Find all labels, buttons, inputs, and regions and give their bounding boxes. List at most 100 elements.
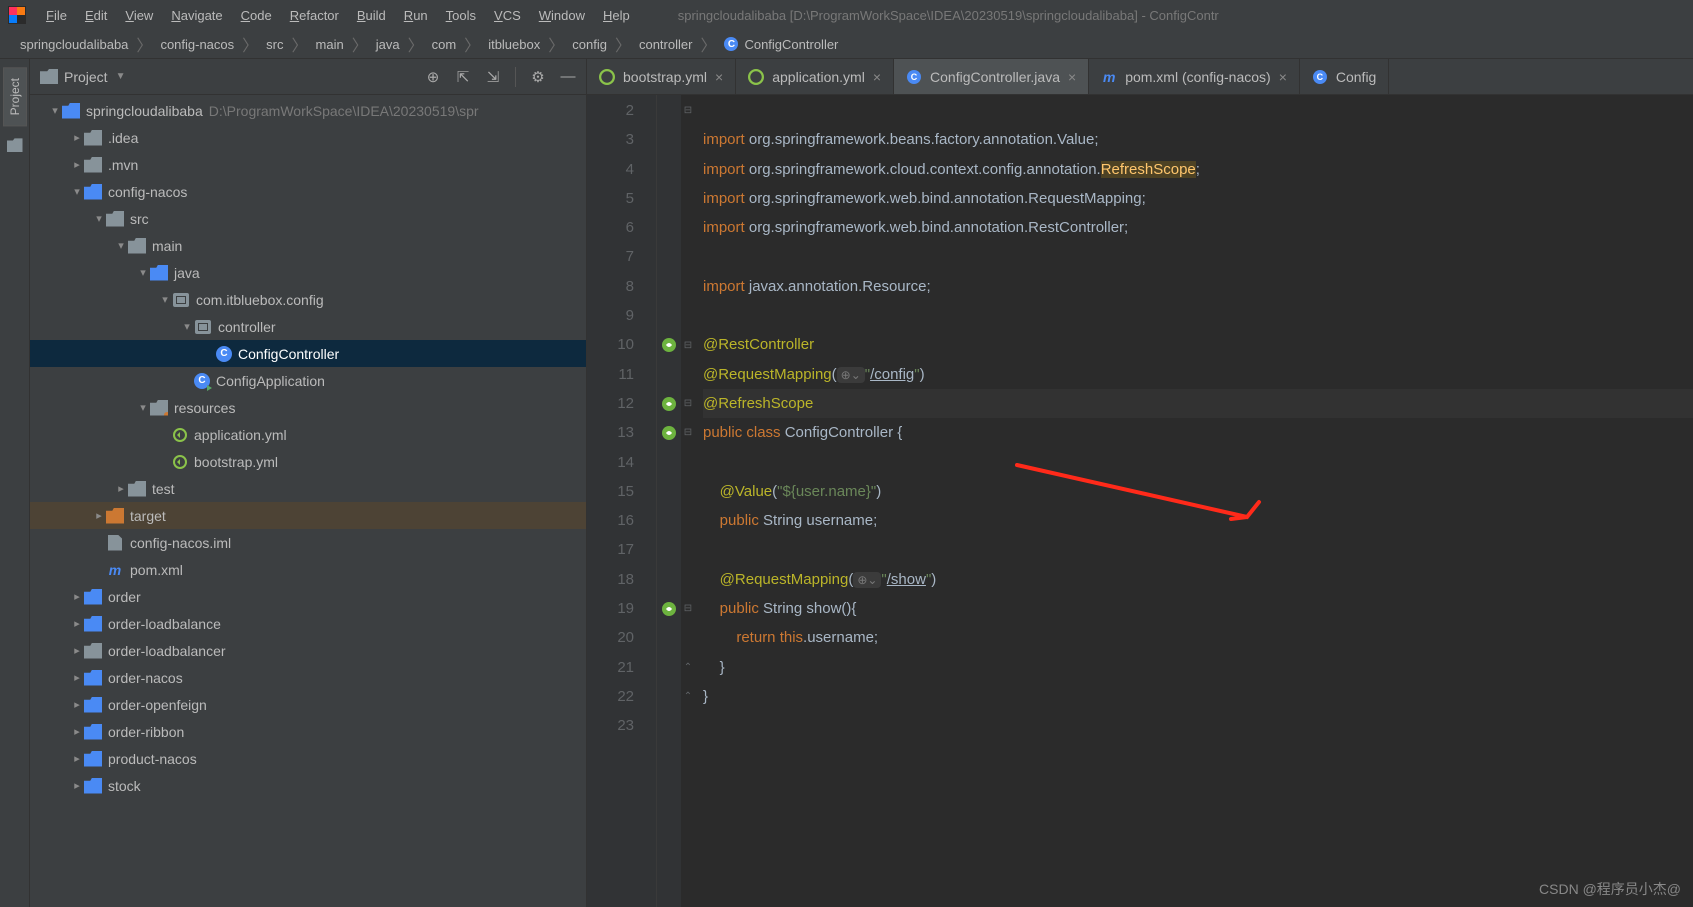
tree-node-product-nacos[interactable]: ▸product-nacos	[30, 745, 586, 772]
tree-node-stock[interactable]: ▸stock	[30, 772, 586, 799]
fold-toggle[interactable]	[681, 360, 695, 389]
tree-node-order-nacos[interactable]: ▸order-nacos	[30, 664, 586, 691]
tree-node-application-yml[interactable]: application.yml	[30, 421, 586, 448]
code-line[interactable]	[703, 96, 1693, 125]
fold-toggle[interactable]: ⊟	[681, 418, 695, 447]
tree-node-com-itbluebox-config[interactable]: ▾com.itbluebox.config	[30, 286, 586, 313]
chevron-icon[interactable]: ▾	[158, 293, 172, 306]
menu-tools[interactable]: Tools	[438, 4, 484, 27]
code-line[interactable]: public String username;	[703, 506, 1693, 535]
fold-toggle[interactable]	[681, 213, 695, 242]
tree-node-configcontroller[interactable]: CConfigController	[30, 340, 586, 367]
code-line[interactable]: @Value("${user.name}")	[703, 477, 1693, 506]
menu-window[interactable]: Window	[531, 4, 593, 27]
fold-toggle[interactable]	[681, 125, 695, 154]
code-line[interactable]: import javax.annotation.Resource;	[703, 272, 1693, 301]
tree-node-java[interactable]: ▾java	[30, 259, 586, 286]
tree-node-order-loadbalance[interactable]: ▸order-loadbalance	[30, 610, 586, 637]
code-line[interactable]	[703, 242, 1693, 271]
chevron-icon[interactable]: ▸	[70, 725, 84, 738]
tree-node--idea[interactable]: ▸.idea	[30, 124, 586, 151]
breadcrumb-item[interactable]: springcloudalibaba	[14, 35, 134, 54]
menu-build[interactable]: Build	[349, 4, 394, 27]
code-line[interactable]: @RequestMapping(⊕⌄"/show")	[703, 565, 1693, 594]
chevron-icon[interactable]: ▾	[114, 239, 128, 252]
breadcrumb-item[interactable]: config-nacos	[154, 35, 240, 54]
tree-node-order-openfeign[interactable]: ▸order-openfeign	[30, 691, 586, 718]
tree-node--mvn[interactable]: ▸.mvn	[30, 151, 586, 178]
chevron-icon[interactable]: ▸	[70, 779, 84, 792]
fold-toggle[interactable]	[681, 477, 695, 506]
panel-title[interactable]: Project	[64, 69, 108, 85]
breadcrumb-item[interactable]: itbluebox	[482, 35, 546, 54]
code-line[interactable]	[703, 448, 1693, 477]
chevron-icon[interactable]: ▸	[70, 617, 84, 630]
chevron-icon[interactable]: ▸	[114, 482, 128, 495]
code-line[interactable]: @RequestMapping(⊕⌄"/config")	[703, 360, 1693, 389]
menu-view[interactable]: View	[117, 4, 161, 27]
fold-toggle[interactable]	[681, 242, 695, 271]
menu-navigate[interactable]: Navigate	[163, 4, 230, 27]
menu-run[interactable]: Run	[396, 4, 436, 27]
menu-code[interactable]: Code	[233, 4, 280, 27]
tree-node-order-ribbon[interactable]: ▸order-ribbon	[30, 718, 586, 745]
chevron-icon[interactable]: ▸	[70, 158, 84, 171]
chevron-down-icon[interactable]: ▼	[116, 71, 126, 82]
breadcrumb-item[interactable]: CConfigController	[718, 35, 844, 54]
tree-node-configapplication[interactable]: CConfigApplication	[30, 367, 586, 394]
fold-toggle[interactable]: ⊟	[681, 594, 695, 623]
tree-node-config-nacos[interactable]: ▾config-nacos	[30, 178, 586, 205]
breadcrumb-item[interactable]: controller	[633, 35, 698, 54]
tab-config[interactable]: CConfig	[1300, 59, 1389, 94]
fold-toggle[interactable]: ⊟	[681, 330, 695, 359]
code-content[interactable]: import org.springframework.beans.factory…	[695, 95, 1693, 907]
tab-bootstrap-yml[interactable]: bootstrap.yml×	[587, 59, 736, 94]
fold-toggle[interactable]	[681, 184, 695, 213]
chevron-icon[interactable]: ▸	[70, 752, 84, 765]
code-line[interactable]	[703, 301, 1693, 330]
tree-node-bootstrap-yml[interactable]: bootstrap.yml	[30, 448, 586, 475]
fold-toggle[interactable]	[681, 535, 695, 564]
tree-node-pom-xml[interactable]: mpom.xml	[30, 556, 586, 583]
tree-node-order-loadbalancer[interactable]: ▸order-loadbalancer	[30, 637, 586, 664]
code-line[interactable]: @RestController	[703, 330, 1693, 359]
expand-all-icon[interactable]: ⇱	[455, 69, 471, 85]
fold-toggle[interactable]	[681, 301, 695, 330]
chevron-icon[interactable]: ▸	[92, 509, 106, 522]
close-icon[interactable]: ×	[1279, 69, 1287, 85]
locate-icon[interactable]: ⊕	[425, 69, 441, 85]
fold-toggle[interactable]: ⌃	[681, 682, 695, 711]
breadcrumb-item[interactable]: config	[566, 35, 613, 54]
menu-file[interactable]: File	[38, 4, 75, 27]
code-line[interactable]: }	[703, 682, 1693, 711]
breadcrumb-item[interactable]: main	[310, 35, 350, 54]
close-icon[interactable]: ×	[873, 69, 881, 85]
code-line[interactable]: return this.username;	[703, 623, 1693, 652]
chevron-icon[interactable]: ▾	[92, 212, 106, 225]
menu-edit[interactable]: Edit	[77, 4, 115, 27]
breadcrumb-item[interactable]: src	[260, 35, 289, 54]
tree-node-controller[interactable]: ▾controller	[30, 313, 586, 340]
sidebar-tab-project[interactable]: Project	[3, 67, 27, 126]
fold-gutter[interactable]: ⊟⊟⊟⊟⊟⌃⌃	[681, 95, 695, 907]
tab-configcontroller-java[interactable]: CConfigController.java×	[894, 59, 1089, 94]
fold-toggle[interactable]: ⊟	[681, 96, 695, 125]
tree-node-main[interactable]: ▾main	[30, 232, 586, 259]
fold-toggle[interactable]	[681, 711, 695, 740]
hide-icon[interactable]: —	[560, 69, 576, 85]
chevron-icon[interactable]: ▾	[136, 266, 150, 279]
code-line[interactable]: import org.springframework.cloud.context…	[703, 155, 1693, 184]
breadcrumb-item[interactable]: com	[426, 35, 463, 54]
chevron-icon[interactable]: ▸	[70, 131, 84, 144]
code-line[interactable]: @RefreshScope	[703, 389, 1693, 418]
tree-node-test[interactable]: ▸test	[30, 475, 586, 502]
fold-toggle[interactable]	[681, 448, 695, 477]
fold-toggle[interactable]	[681, 506, 695, 535]
fold-toggle[interactable]: ⌃	[681, 653, 695, 682]
collapse-all-icon[interactable]: ⇲	[485, 69, 501, 85]
chevron-icon[interactable]: ▸	[70, 644, 84, 657]
chevron-icon[interactable]: ▾	[136, 401, 150, 414]
tree-node-order[interactable]: ▸order	[30, 583, 586, 610]
fold-toggle[interactable]	[681, 565, 695, 594]
tree-node-springcloudalibaba[interactable]: ▾springcloudalibabaD:\ProgramWorkSpace\I…	[30, 97, 586, 124]
